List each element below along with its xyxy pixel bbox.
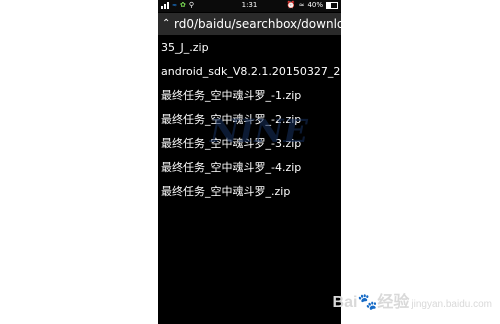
current-path: rd0/baidu/searchbox/downloads [174, 17, 341, 31]
file-item[interactable]: android_sdk_V8.2.1.20150327_2015 [158, 60, 341, 84]
battery-icon [326, 1, 338, 9]
file-item[interactable]: 最终任务_空中魂斗罗_-4.zip [158, 156, 341, 180]
chevron-up-icon[interactable]: ⌃ [162, 13, 170, 35]
file-item[interactable]: 最终任务_空中魂斗罗_-1.zip [158, 84, 341, 108]
file-item[interactable]: 最终任务_空中魂斗罗_.zip [158, 180, 341, 204]
wifi-icon: ≈ [298, 1, 305, 9]
status-right-icons: ⏰ ≈ 40% [287, 1, 338, 9]
path-bar[interactable]: ⌃ rd0/baidu/searchbox/downloads [158, 13, 341, 35]
status-bar: ≈ ✿ ⚲ 1:31 ⏰ ≈ 40% [158, 0, 341, 12]
file-item[interactable]: 35_J_.zip [158, 36, 341, 60]
alarm-icon: ⏰ [286, 1, 296, 9]
watermark-brand: Bai🐾经验 jingyan.baidu.com [332, 294, 492, 311]
battery-percent: 40% [307, 1, 323, 9]
background-logo: NINE [210, 112, 308, 150]
phone-screen: ≈ ✿ ⚲ 1:31 ⏰ ≈ 40% ⌃ rd0/baidu/searchbox… [158, 0, 341, 324]
